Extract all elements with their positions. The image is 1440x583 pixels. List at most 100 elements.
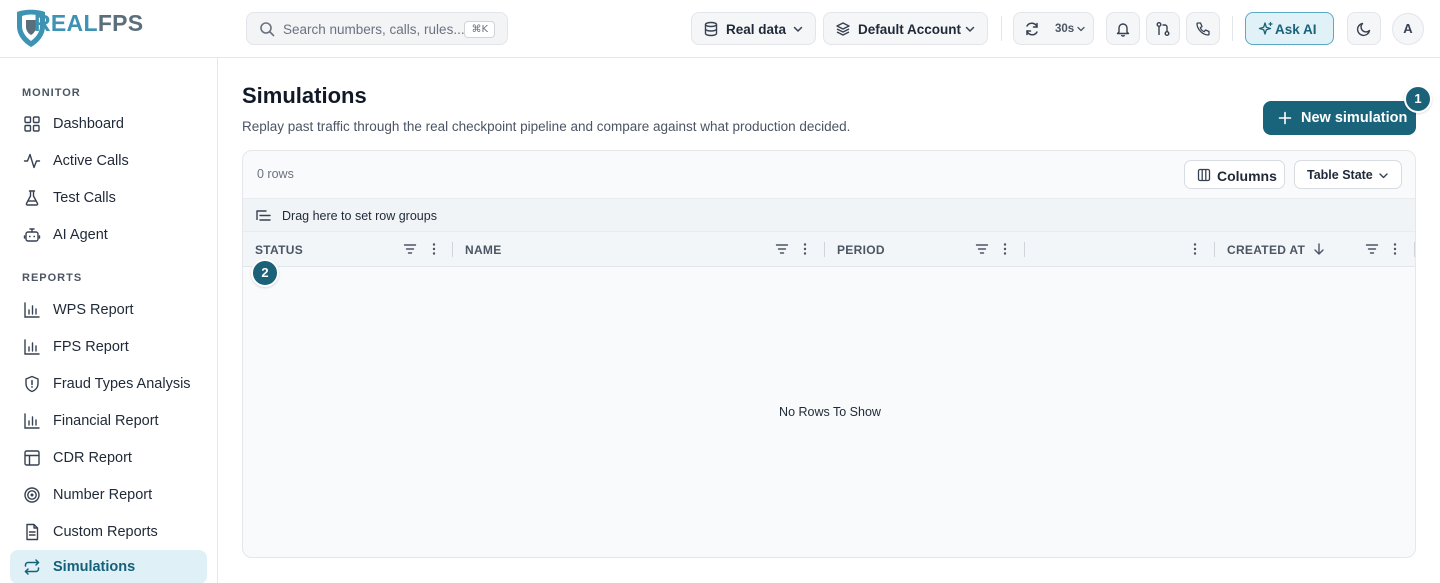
column-separator[interactable] bbox=[1414, 242, 1415, 257]
filter-icon[interactable] bbox=[403, 242, 417, 256]
refresh-interval-select[interactable]: 30s bbox=[1055, 23, 1074, 35]
column-header-label: PERIOD bbox=[837, 243, 885, 257]
chevron-down-icon bbox=[1076, 24, 1086, 34]
column-header-period[interactable]: PERIOD bbox=[825, 232, 1025, 267]
avatar[interactable]: A bbox=[1392, 13, 1424, 45]
sidebar-item-simulations[interactable]: Simulations bbox=[10, 550, 207, 583]
column-header-created-at[interactable]: CREATED AT bbox=[1215, 232, 1415, 267]
column-header-unlabeled[interactable] bbox=[1025, 232, 1215, 267]
simulations-grid: 0 rows Columns Table State Drag here to … bbox=[242, 150, 1416, 558]
ask-ai-label: Ask AI bbox=[1275, 22, 1317, 37]
columns-button[interactable]: Columns bbox=[1184, 160, 1285, 189]
refresh-icon[interactable] bbox=[1024, 21, 1040, 37]
data-source-label: Real data bbox=[726, 22, 787, 37]
grid-icon bbox=[23, 115, 41, 133]
row-count: 0 rows bbox=[257, 167, 294, 181]
page-title: Simulations bbox=[242, 83, 367, 108]
columns-icon bbox=[1197, 168, 1211, 182]
new-simulation-button[interactable]: New simulation bbox=[1263, 101, 1416, 135]
logo-text: REALFPS bbox=[34, 10, 143, 37]
sidebar-item-label: Custom Reports bbox=[53, 524, 158, 540]
chevron-down-icon bbox=[964, 23, 976, 35]
refresh-control[interactable]: 30s bbox=[1013, 12, 1094, 45]
empty-state: No Rows To Show bbox=[779, 405, 881, 419]
account-label: Default Account bbox=[858, 22, 962, 37]
theme-toggle[interactable] bbox=[1347, 12, 1381, 45]
logo[interactable]: REALFPS bbox=[14, 8, 143, 50]
table-icon bbox=[23, 449, 41, 467]
sidebar-item-active-calls[interactable]: Active Calls bbox=[10, 144, 207, 178]
layers-icon bbox=[835, 21, 851, 37]
row-group-hint: Drag here to set row groups bbox=[282, 209, 437, 223]
toolbar-divider bbox=[1001, 16, 1002, 41]
sidebar-section-monitor: MONITOR bbox=[22, 87, 81, 99]
sidebar-item-test-calls[interactable]: Test Calls bbox=[10, 181, 207, 215]
sidebar-item-label: Dashboard bbox=[53, 116, 124, 132]
arrow-down-icon[interactable] bbox=[1312, 242, 1326, 256]
account-select[interactable]: Default Account bbox=[823, 12, 988, 45]
columns-label: Columns bbox=[1217, 168, 1277, 184]
column-header-label: STATUS bbox=[255, 243, 304, 257]
phone-button[interactable] bbox=[1186, 12, 1220, 45]
toolbar-divider bbox=[1232, 16, 1233, 41]
sidebar-item-custom-reports[interactable]: Custom Reports bbox=[10, 515, 207, 549]
sidebar-item-fps-report[interactable]: FPS Report bbox=[10, 330, 207, 364]
sidebar-item-label: AI Agent bbox=[53, 227, 108, 243]
moon-icon bbox=[1356, 21, 1372, 37]
table-state-button[interactable]: Table State bbox=[1294, 160, 1402, 189]
sparkles-icon bbox=[1258, 21, 1274, 37]
data-source-select[interactable]: Real data bbox=[691, 12, 816, 45]
activity-icon bbox=[23, 152, 41, 170]
plus-icon bbox=[1278, 111, 1292, 125]
sidebar-item-cdr-report[interactable]: CDR Report bbox=[10, 441, 207, 475]
column-menu-icon[interactable] bbox=[427, 242, 441, 256]
bot-icon bbox=[23, 226, 41, 244]
git-compare-icon bbox=[1155, 21, 1171, 37]
grid-header: STATUS NAME PERIOD CREATED AT bbox=[243, 232, 1415, 267]
target-icon bbox=[23, 486, 41, 504]
column-menu-icon[interactable] bbox=[1388, 242, 1402, 256]
column-menu-icon[interactable] bbox=[798, 242, 812, 256]
notifications-button[interactable] bbox=[1106, 12, 1140, 45]
search-input[interactable]: Search numbers, calls, rules... bbox=[283, 22, 465, 37]
column-header-name[interactable]: NAME bbox=[453, 232, 825, 267]
top-bar: REALFPS Search numbers, calls, rules... … bbox=[0, 0, 1440, 58]
sidebar-item-label: Test Calls bbox=[53, 190, 116, 206]
sidebar-item-label: Fraud Types Analysis bbox=[53, 376, 191, 392]
filter-icon[interactable] bbox=[975, 242, 989, 256]
ask-ai-button[interactable]: Ask AI bbox=[1245, 12, 1334, 45]
filter-icon[interactable] bbox=[1365, 242, 1379, 256]
chevron-down-icon bbox=[792, 23, 804, 35]
sidebar-item-label: CDR Report bbox=[53, 450, 132, 466]
sidebar-item-ai-agent[interactable]: AI Agent bbox=[10, 218, 207, 252]
step-badge-1: 1 bbox=[1404, 85, 1432, 113]
column-menu-icon[interactable] bbox=[1188, 242, 1202, 256]
chevron-down-icon bbox=[1378, 170, 1389, 181]
column-menu-icon[interactable] bbox=[998, 242, 1012, 256]
compare-button[interactable] bbox=[1146, 12, 1180, 45]
search-icon bbox=[259, 21, 275, 37]
flask-icon bbox=[23, 189, 41, 207]
bell-icon bbox=[1115, 21, 1131, 37]
sidebar-item-number-report[interactable]: Number Report bbox=[10, 478, 207, 512]
row-group-panel[interactable]: Drag here to set row groups bbox=[243, 198, 1415, 232]
repeat-icon bbox=[23, 558, 41, 576]
sidebar-section-reports: REPORTS bbox=[22, 272, 83, 284]
filter-icon[interactable] bbox=[775, 242, 789, 256]
sidebar-item-wps-report[interactable]: WPS Report bbox=[10, 293, 207, 327]
page-subtitle: Replay past traffic through the real che… bbox=[242, 119, 851, 134]
search-shortcut: ⌘K bbox=[464, 21, 495, 38]
sidebar-item-financial-report[interactable]: Financial Report bbox=[10, 404, 207, 438]
sidebar-item-fraud-types-analysis[interactable]: Fraud Types Analysis bbox=[10, 367, 207, 401]
logo-text-real: REAL bbox=[34, 10, 98, 36]
sidebar-item-label: Active Calls bbox=[53, 153, 129, 169]
search-box[interactable]: Search numbers, calls, rules... ⌘K bbox=[246, 12, 508, 45]
logo-text-fps: FPS bbox=[97, 10, 144, 36]
sidebar-item-label: WPS Report bbox=[53, 302, 134, 318]
sidebar-item-label: Simulations bbox=[53, 559, 136, 575]
bar-chart-icon bbox=[23, 338, 41, 356]
sidebar-item-label: Financial Report bbox=[53, 413, 159, 429]
bar-chart-icon bbox=[23, 412, 41, 430]
sidebar-item-dashboard[interactable]: Dashboard bbox=[10, 107, 207, 141]
column-header-label: NAME bbox=[465, 243, 502, 257]
